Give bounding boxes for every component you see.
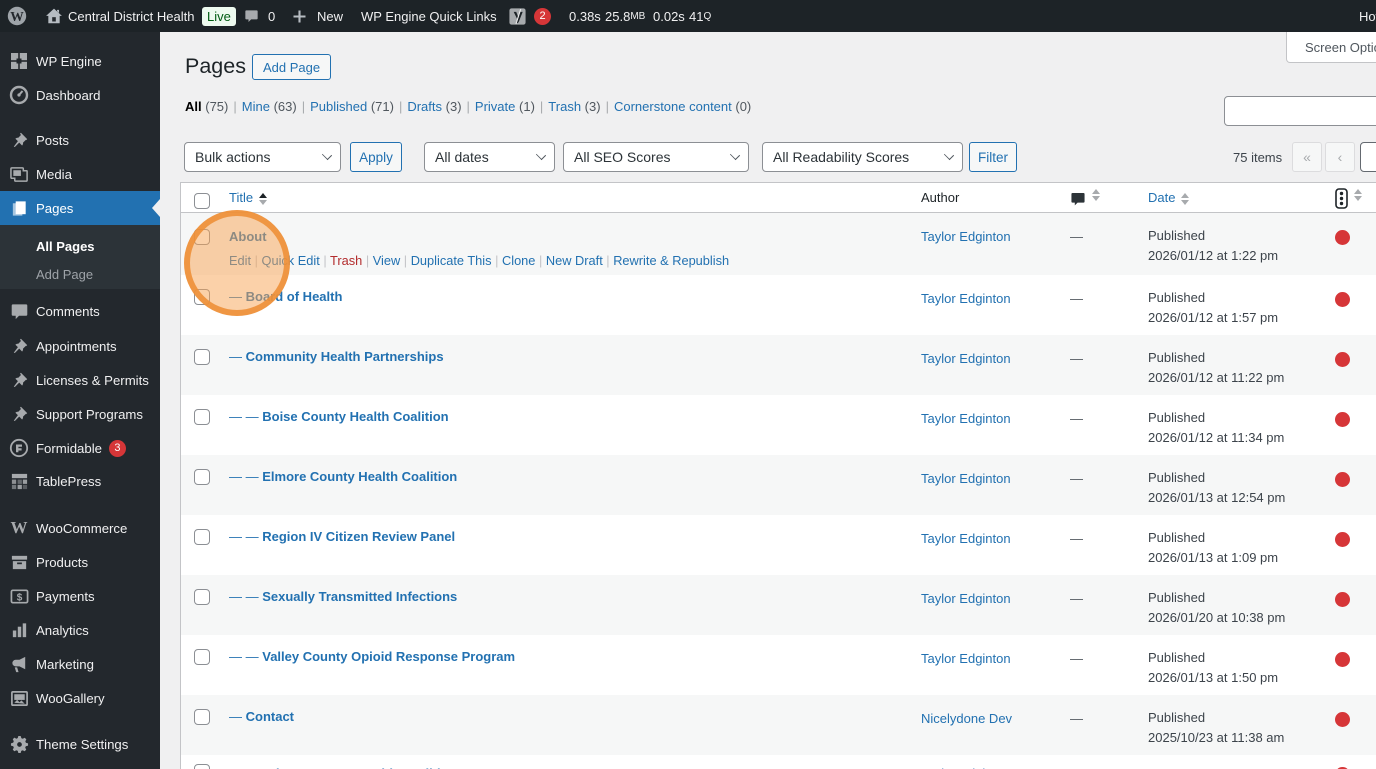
svg-text:$: $ bbox=[16, 592, 22, 603]
svg-text:W: W bbox=[10, 9, 24, 24]
